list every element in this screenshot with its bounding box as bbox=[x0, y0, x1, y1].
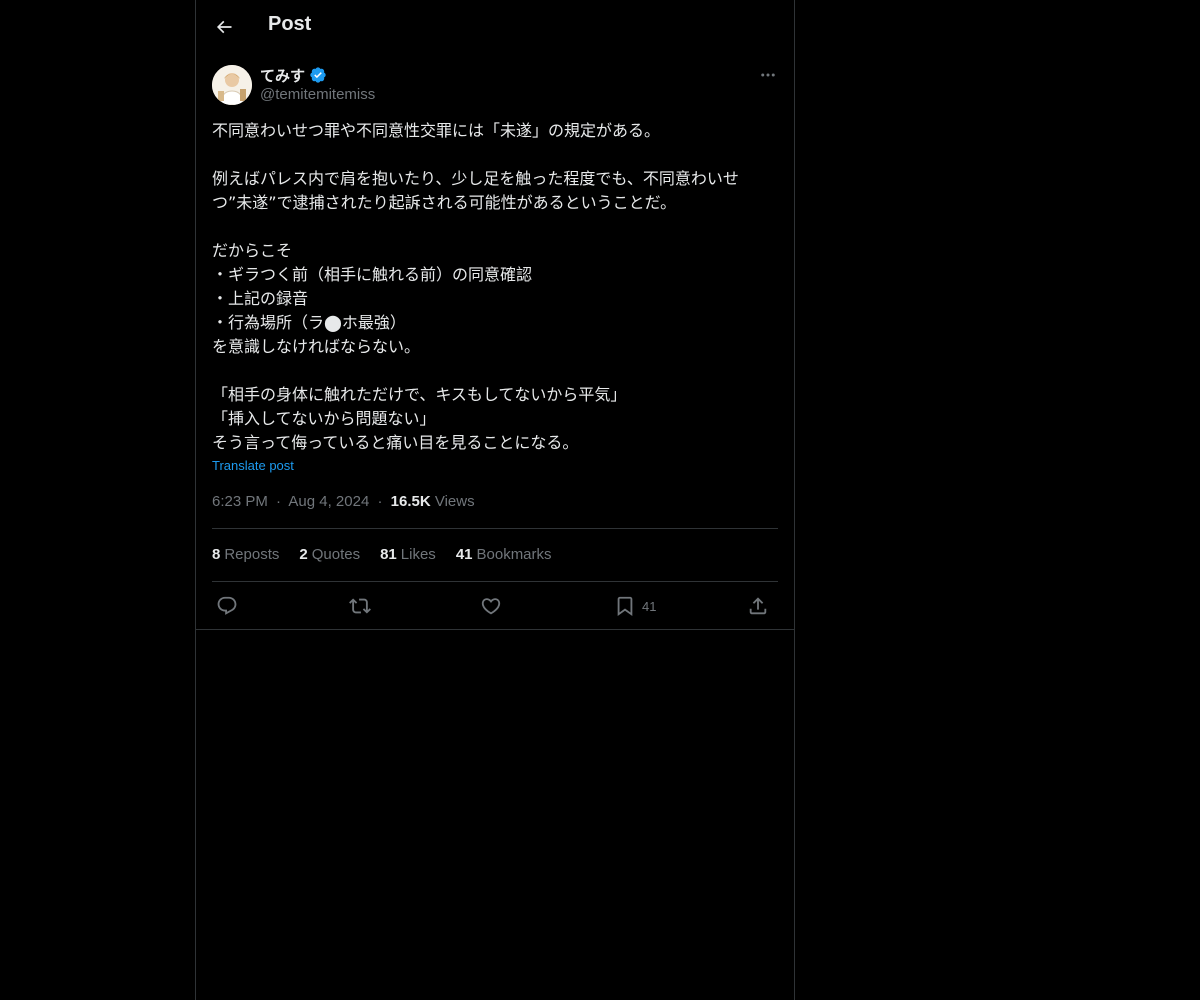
post-time[interactable]: 6:23 PM bbox=[212, 493, 268, 510]
post-meta: 6:23 PM · Aug 4, 2024 · 16.5K Views bbox=[212, 493, 475, 510]
post-line: そう言って侮っていると痛い目を見ることになる。 bbox=[212, 433, 579, 452]
like-button[interactable] bbox=[480, 592, 502, 620]
post-line: ・ギラつく前（相手に触れる前）の同意確認 bbox=[212, 265, 533, 284]
reposts-stat[interactable]: 8 Reposts bbox=[212, 546, 279, 563]
divider bbox=[212, 528, 778, 529]
avatar[interactable] bbox=[212, 65, 252, 105]
page-title: Post bbox=[268, 13, 312, 35]
post-bottom-border bbox=[196, 629, 794, 630]
meta-separator: · bbox=[377, 493, 383, 510]
post-line: 例えばパレス内で肩を抱いたり、少し足を触った程度でも、不同意わいせ bbox=[212, 169, 739, 188]
engagement-stats: 8 Reposts 2 Quotes 81 Likes 41 Bookmarks bbox=[212, 546, 552, 563]
meta-separator: · bbox=[276, 493, 282, 510]
reply-icon bbox=[217, 596, 237, 615]
share-button[interactable] bbox=[747, 592, 769, 620]
action-bar: 41 bbox=[212, 592, 778, 620]
post-line: 「相手の身体に触れただけで、キスもしてないから平気」 bbox=[212, 385, 627, 404]
name-line: てみす bbox=[260, 65, 327, 85]
more-icon bbox=[761, 73, 775, 77]
post-line: ・上記の録音 bbox=[212, 289, 309, 308]
reply-button[interactable] bbox=[216, 592, 238, 620]
display-name[interactable]: てみす bbox=[260, 65, 305, 86]
repost-button[interactable] bbox=[349, 592, 371, 620]
post-line: だからこそ bbox=[212, 241, 293, 260]
post-line bbox=[212, 143, 778, 167]
repost-icon bbox=[349, 598, 371, 614]
avatar-image bbox=[212, 65, 252, 105]
bookmark-icon bbox=[617, 596, 633, 617]
post-line: つ”未遂”で逮捕されたり起訴される可能性があるということだ。 bbox=[212, 193, 677, 212]
heart-icon bbox=[481, 598, 501, 615]
post-line: 「挿入してないから問題ない」 bbox=[212, 409, 436, 428]
post-line: を意識しなければならない。 bbox=[212, 337, 421, 356]
post-line bbox=[212, 359, 778, 383]
more-options-button[interactable] bbox=[758, 65, 778, 85]
top-bar: Post bbox=[196, 0, 794, 54]
verified-badge-icon bbox=[310, 67, 326, 83]
post-text: 不同意わいせつ罪や不同意性交罪には「未遂」の規定がある。 例えばパレス内で肩を抱… bbox=[212, 119, 778, 455]
back-button[interactable] bbox=[208, 11, 240, 43]
translate-post-link[interactable]: Translate post bbox=[212, 458, 294, 473]
share-icon bbox=[749, 597, 767, 615]
handle[interactable]: @temitemitemiss bbox=[260, 86, 375, 103]
post-line bbox=[212, 215, 778, 239]
views-label: Views bbox=[434, 493, 475, 510]
bookmark-count: 41 bbox=[642, 598, 657, 614]
author-row: てみす @temitemitemiss bbox=[212, 65, 778, 109]
divider bbox=[212, 581, 778, 582]
post-line: ・行為場所（ラ⬤ホ最強） bbox=[212, 313, 406, 332]
arrow-left-icon bbox=[216, 20, 232, 34]
bookmark-button[interactable]: 41 bbox=[614, 592, 656, 620]
post-column: Post てみす @temitemitemiss 不同意わいせつ罪や不同意性交罪… bbox=[195, 0, 795, 1000]
bookmarks-stat[interactable]: 41 Bookmarks bbox=[456, 546, 552, 563]
quotes-stat[interactable]: 2 Quotes bbox=[299, 546, 360, 563]
post-line: 不同意わいせつ罪や不同意性交罪には「未遂」の規定がある。 bbox=[212, 121, 661, 140]
views-count: 16.5K bbox=[390, 493, 431, 510]
post-date[interactable]: Aug 4, 2024 bbox=[288, 493, 369, 510]
likes-stat[interactable]: 81 Likes bbox=[380, 546, 436, 563]
